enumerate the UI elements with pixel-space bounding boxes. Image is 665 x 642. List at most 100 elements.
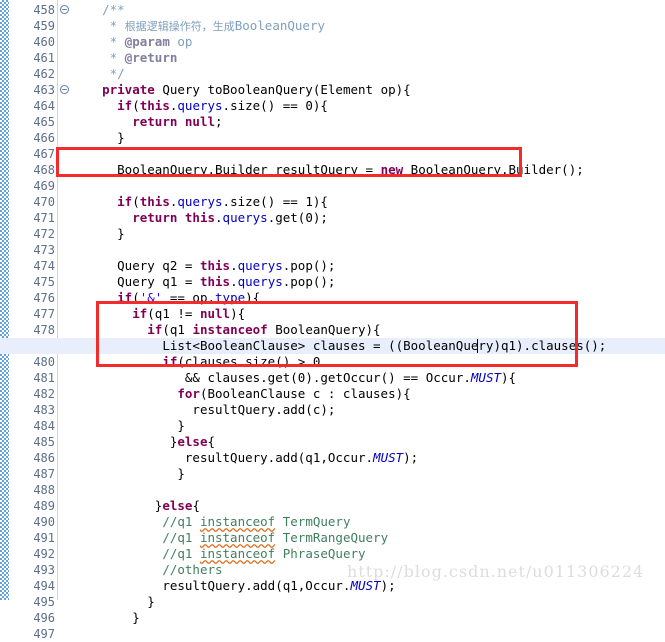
code-line[interactable]: //q1 instanceof TermQuery: [72, 514, 665, 530]
code-line[interactable]: */: [72, 66, 665, 82]
code-line[interactable]: resultQuery.add(q1,Occur.MUST);: [72, 450, 665, 466]
code-token: ){: [312, 194, 328, 209]
code-line[interactable]: }else{: [72, 498, 665, 514]
code-line[interactable]: }: [72, 226, 665, 242]
line-number: 491: [33, 531, 55, 545]
code-token: Query q1 =: [117, 274, 200, 289]
code-line[interactable]: * @param op: [72, 34, 665, 50]
code-line[interactable]: return null;: [72, 114, 665, 130]
code-token: if: [117, 290, 133, 305]
line-number: 463: [33, 83, 55, 97]
code-line[interactable]: if(this.querys.size() == 1){: [72, 194, 665, 210]
code-line[interactable]: List<BooleanClause> clauses = ((BooleanQ…: [72, 338, 665, 354]
fold-collapse-icon[interactable]: [59, 82, 70, 98]
code-token: ){: [245, 290, 261, 305]
line-number: 487: [33, 467, 55, 481]
line-number: 484: [33, 419, 55, 433]
code-line[interactable]: * 根据逻辑操作符，生成BooleanQuery: [72, 18, 665, 34]
code-line[interactable]: }else{: [72, 434, 665, 450]
line-number: 486: [33, 451, 55, 465]
code-token: *: [109, 50, 125, 65]
code-token: *: [109, 34, 125, 49]
code-line[interactable]: }: [72, 594, 665, 610]
code-token: == op.: [162, 290, 216, 305]
code-token: .: [215, 210, 223, 225]
code-line[interactable]: Query q2 = this.querys.pop();: [72, 258, 665, 274]
code-line[interactable]: [72, 178, 665, 194]
code-line[interactable]: //q1 instanceof PhraseQuery: [72, 546, 665, 562]
code-token: ){: [230, 306, 246, 321]
code-token: {: [207, 434, 216, 449]
text-caret: [477, 339, 478, 353]
code-token: .size() ==: [222, 98, 306, 113]
line-number-gutter[interactable]: 458 459 460 461 462 463 464 465 466 467 468 469 470 4…: [9, 0, 57, 641]
code-token: MUST: [373, 450, 404, 465]
line-number: 480: [33, 355, 55, 369]
line-number: 469: [33, 179, 55, 193]
code-line[interactable]: [72, 242, 665, 258]
code-line[interactable]: [72, 482, 665, 498]
code-line[interactable]: && clauses.get(0).getOccur() == Occur.MU…: [72, 370, 665, 386]
code-line[interactable]: }: [72, 466, 665, 482]
code-line[interactable]: if(clauses.size() > 0: [72, 354, 665, 370]
code-line[interactable]: if(this.querys.size() == 0){: [72, 98, 665, 114]
code-line[interactable]: }: [72, 130, 665, 146]
code-token: }: [117, 130, 125, 145]
code-line[interactable]: }: [72, 610, 665, 626]
code-token: .: [230, 258, 238, 273]
code-line[interactable]: private Query toBooleanQuery(Element op)…: [72, 82, 665, 98]
line-number: 485: [33, 435, 55, 449]
code-token: '&': [139, 290, 163, 305]
line-number: 468: [33, 163, 55, 177]
code-line[interactable]: //q1 instanceof TermRangeQuery: [72, 530, 665, 546]
line-number: 494: [33, 579, 55, 593]
code-token: this: [199, 258, 231, 273]
code-token: Query toBooleanQuery(Element op){: [154, 82, 411, 97]
code-token: );: [312, 210, 328, 225]
code-line[interactable]: [72, 626, 665, 642]
code-line[interactable]: }: [72, 418, 665, 434]
code-token: querys: [222, 210, 268, 225]
code-token: resultQuery.add(q1,Occur.: [162, 578, 351, 593]
line-number: 493: [33, 563, 55, 577]
code-token: instanceof: [199, 530, 276, 545]
code-token: MUST: [470, 370, 501, 385]
code-line[interactable]: if(q1 instanceof BooleanQuery){: [72, 322, 665, 338]
code-token: instanceof: [199, 514, 276, 529]
code-token: new: [380, 162, 404, 177]
code-token: querys: [177, 194, 223, 209]
code-line[interactable]: if('&' == op.type){: [72, 290, 665, 306]
code-line[interactable]: * @return: [72, 50, 665, 66]
code-token: }: [177, 466, 185, 481]
fold-collapse-icon[interactable]: [59, 2, 70, 18]
code-line[interactable]: if(q1 != null){: [72, 306, 665, 322]
line-number: 470: [33, 195, 55, 209]
code-line[interactable]: BooleanQuery.Builder resultQuery = new B…: [72, 162, 665, 178]
code-token: BooleanQuery.Builder resultQuery =: [117, 162, 381, 177]
code-editor[interactable]: 458 459 460 461 462 463 464 465 466 467 468 469 470 4…: [0, 0, 665, 641]
code-line[interactable]: resultQuery.add(c);: [72, 402, 665, 418]
code-token: 0: [305, 210, 313, 225]
code-token: private: [102, 82, 155, 97]
code-token: if: [147, 322, 163, 337]
folding-column[interactable]: [58, 0, 72, 600]
code-line[interactable]: for(BooleanClause c : clauses){: [72, 386, 665, 402]
code-token: ;: [215, 114, 223, 129]
line-number: 488: [33, 483, 55, 497]
code-content[interactable]: /** * 根据逻辑操作符，生成BooleanQuery * @param op…: [0, 0, 665, 625]
code-token: BooleanQuery.Builder();: [403, 162, 584, 177]
code-token: 0: [312, 354, 321, 369]
code-line[interactable]: /**: [72, 2, 665, 18]
code-token: for: [177, 386, 200, 401]
code-line[interactable]: [72, 146, 665, 162]
code-line[interactable]: return this.querys.get(0);: [72, 210, 665, 226]
code-token: }: [132, 610, 140, 625]
code-line[interactable]: Query q1 = this.querys.pop();: [72, 274, 665, 290]
